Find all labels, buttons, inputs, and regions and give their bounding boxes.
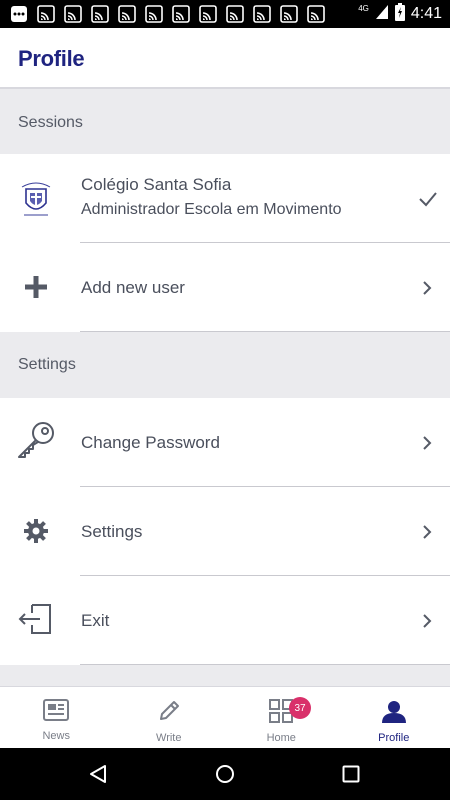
battery-icon	[394, 2, 405, 26]
nav-home[interactable]: Home 37	[225, 687, 338, 748]
app-bar: Profile	[0, 28, 450, 89]
cast-icon	[278, 4, 299, 24]
exit-label: Exit	[81, 611, 110, 630]
cast-icon	[116, 4, 137, 24]
recents-icon[interactable]	[342, 765, 360, 788]
status-bar: 4G 4:41	[0, 0, 450, 28]
newspaper-icon	[43, 699, 70, 726]
cast-icon	[89, 4, 110, 24]
checkmark-icon	[418, 190, 438, 208]
add-new-user-row[interactable]: Add new user	[0, 243, 450, 332]
cast-icon	[62, 4, 83, 24]
person-icon	[381, 699, 407, 728]
row-divider	[80, 664, 450, 665]
school-logo	[14, 178, 58, 220]
cast-icon	[35, 4, 56, 24]
nav-profile[interactable]: Profile	[338, 687, 450, 748]
nav-news[interactable]: News	[0, 687, 113, 748]
cast-icon	[305, 4, 326, 24]
cast-icon	[143, 4, 164, 24]
key-icon	[14, 418, 58, 462]
cast-icon	[170, 4, 191, 24]
clock: 4:41	[410, 5, 442, 22]
sessions-header: Sessions	[0, 91, 450, 154]
network-type: 4G	[358, 3, 369, 13]
session-role: Administrador Escola em Movimento	[81, 201, 342, 218]
cast-icon	[197, 4, 218, 24]
nav-write-label: Write	[156, 732, 182, 744]
settings-header: Settings	[0, 332, 450, 398]
cast-icon	[224, 4, 245, 24]
page-title: Profile	[18, 46, 85, 71]
cast-icon	[251, 4, 272, 24]
gear-icon	[14, 517, 58, 545]
chevron-right-icon	[420, 435, 434, 450]
settings-label: Settings	[81, 522, 143, 541]
settings-row[interactable]: Settings	[0, 487, 450, 576]
pencil-icon	[157, 699, 181, 728]
change-password-row[interactable]: Change Password	[0, 398, 450, 487]
nav-profile-label: Profile	[378, 732, 410, 744]
home-circle-icon[interactable]	[215, 764, 235, 789]
back-icon[interactable]	[88, 764, 108, 789]
nav-home-label: Home	[266, 732, 296, 744]
more-horiz-icon	[8, 4, 29, 24]
session-school: Colégio Santa Sofia	[81, 175, 232, 194]
chevron-right-icon	[420, 524, 434, 539]
chevron-right-icon	[420, 613, 434, 628]
exit-row[interactable]: Exit	[0, 576, 450, 665]
notification-badge: 37	[289, 697, 311, 719]
nav-write[interactable]: Write	[113, 687, 226, 748]
change-password-label: Change Password	[81, 433, 220, 452]
status-right: 4G 4:41	[358, 0, 442, 28]
nav-news-label: News	[42, 730, 70, 742]
exit-icon	[14, 603, 58, 635]
plus-icon	[14, 276, 58, 298]
signal-icon	[375, 4, 389, 25]
notification-icons	[8, 4, 326, 24]
system-navigation-bar	[0, 748, 450, 800]
chevron-right-icon	[420, 280, 434, 295]
add-new-user-label: Add new user	[81, 278, 185, 297]
session-row-current[interactable]: Colégio Santa Sofia Administrador Escola…	[0, 154, 450, 243]
bottom-navigation: News Write Home 37 Profile	[0, 686, 450, 748]
